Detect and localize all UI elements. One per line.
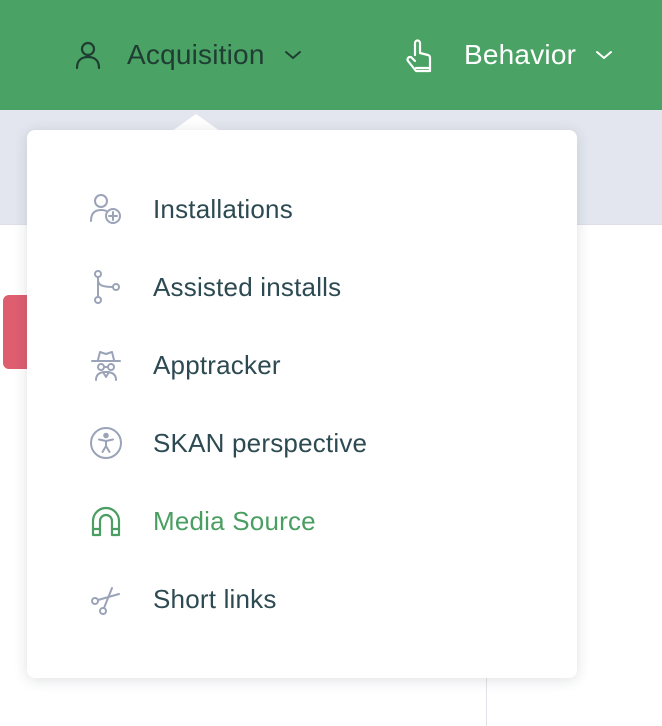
spy-icon xyxy=(88,347,124,383)
branch-icon xyxy=(88,269,124,305)
user-icon xyxy=(72,39,104,71)
accessibility-icon xyxy=(88,425,124,461)
menu-item-label: Short links xyxy=(153,583,277,614)
acquisition-dropdown-menu: Installations Assisted installs Apptrack… xyxy=(27,130,577,678)
menu-item-short-links[interactable]: Short links xyxy=(27,560,577,638)
magnet-icon xyxy=(88,503,124,539)
menu-item-media-source[interactable]: Media Source xyxy=(27,482,577,560)
user-plus-icon xyxy=(88,191,124,227)
chevron-down-icon xyxy=(283,45,303,65)
menu-item-skan-perspective[interactable]: SKAN perspective xyxy=(27,404,577,482)
nav-acquisition[interactable]: Acquisition xyxy=(72,0,303,110)
nav-behavior-label: Behavior xyxy=(464,39,577,70)
menu-item-assisted-installs[interactable]: Assisted installs xyxy=(27,248,577,326)
hand-pointer-icon xyxy=(404,39,436,73)
nav-acquisition-label: Acquisition xyxy=(127,39,265,70)
nav-behavior[interactable]: Behavior xyxy=(404,0,614,110)
dropdown-list: Installations Assisted installs Apptrack… xyxy=(27,170,577,638)
menu-item-label: SKAN perspective xyxy=(153,427,368,458)
menu-item-label: Media Source xyxy=(153,505,316,536)
menu-item-label: Installations xyxy=(153,193,293,224)
dropdown-caret xyxy=(172,114,220,131)
menu-item-label: Apptracker xyxy=(153,349,281,380)
menu-item-installations[interactable]: Installations xyxy=(27,170,577,248)
menu-item-label: Assisted installs xyxy=(153,271,342,302)
scissors-icon xyxy=(88,581,124,617)
top-navigation-bar: Acquisition Behavior xyxy=(0,0,662,110)
chevron-down-icon xyxy=(594,45,614,65)
menu-item-apptracker[interactable]: Apptracker xyxy=(27,326,577,404)
